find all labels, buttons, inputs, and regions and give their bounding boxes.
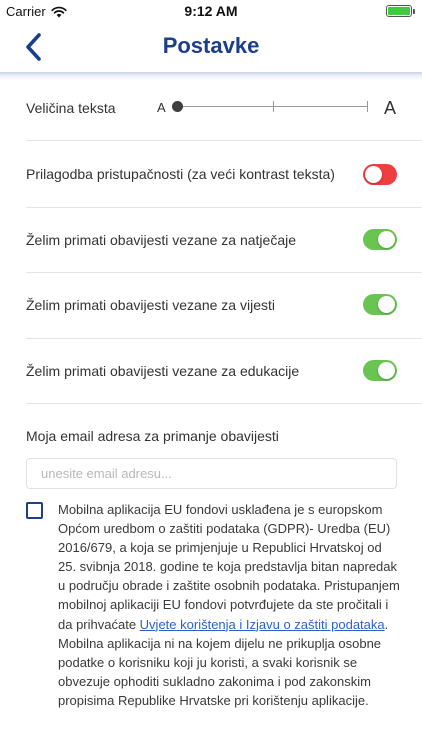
terms-link[interactable]: Uvjete korištenja i Izjavu o zaštiti pod… [140, 617, 385, 632]
news-notifications-toggle[interactable] [363, 294, 397, 315]
divider [26, 338, 422, 339]
divider [26, 207, 422, 208]
text-size-label: Veličina teksta [26, 100, 116, 116]
education-notifications-toggle[interactable] [363, 360, 397, 381]
slider-tick [367, 101, 368, 112]
email-label: Moja email adresa za primanje obavijesti [26, 428, 279, 444]
text-size-slider-thumb[interactable] [172, 101, 183, 112]
slider-max-glyph: A [384, 98, 397, 118]
legal-text-part1: Mobilna aplikacija EU fondovi usklađena … [58, 502, 400, 632]
contrast-toggle[interactable] [363, 164, 397, 185]
nav-bar: Postavke [0, 22, 422, 72]
battery-icon [386, 5, 415, 17]
divider [26, 403, 422, 404]
consent-checkbox[interactable] [26, 502, 43, 519]
page-title: Postavke [162, 33, 260, 58]
email-input[interactable] [26, 458, 397, 489]
divider [26, 140, 422, 141]
status-bar: Carrier 9:12 AM [0, 0, 422, 22]
divider [26, 272, 422, 273]
battery-level [388, 7, 410, 15]
toggle-knob [378, 296, 395, 313]
toggle-knob [378, 362, 395, 379]
tenders-notifications-toggle[interactable] [363, 229, 397, 250]
legal-text: Mobilna aplikacija EU fondovi usklađena … [58, 500, 403, 710]
toggle-knob [365, 166, 382, 183]
clock: 9:12 AM [184, 3, 238, 19]
toggle-knob [378, 231, 395, 248]
slider-min-glyph: A [157, 100, 166, 115]
slider-tick [273, 101, 274, 112]
nav-shadow [0, 72, 422, 80]
